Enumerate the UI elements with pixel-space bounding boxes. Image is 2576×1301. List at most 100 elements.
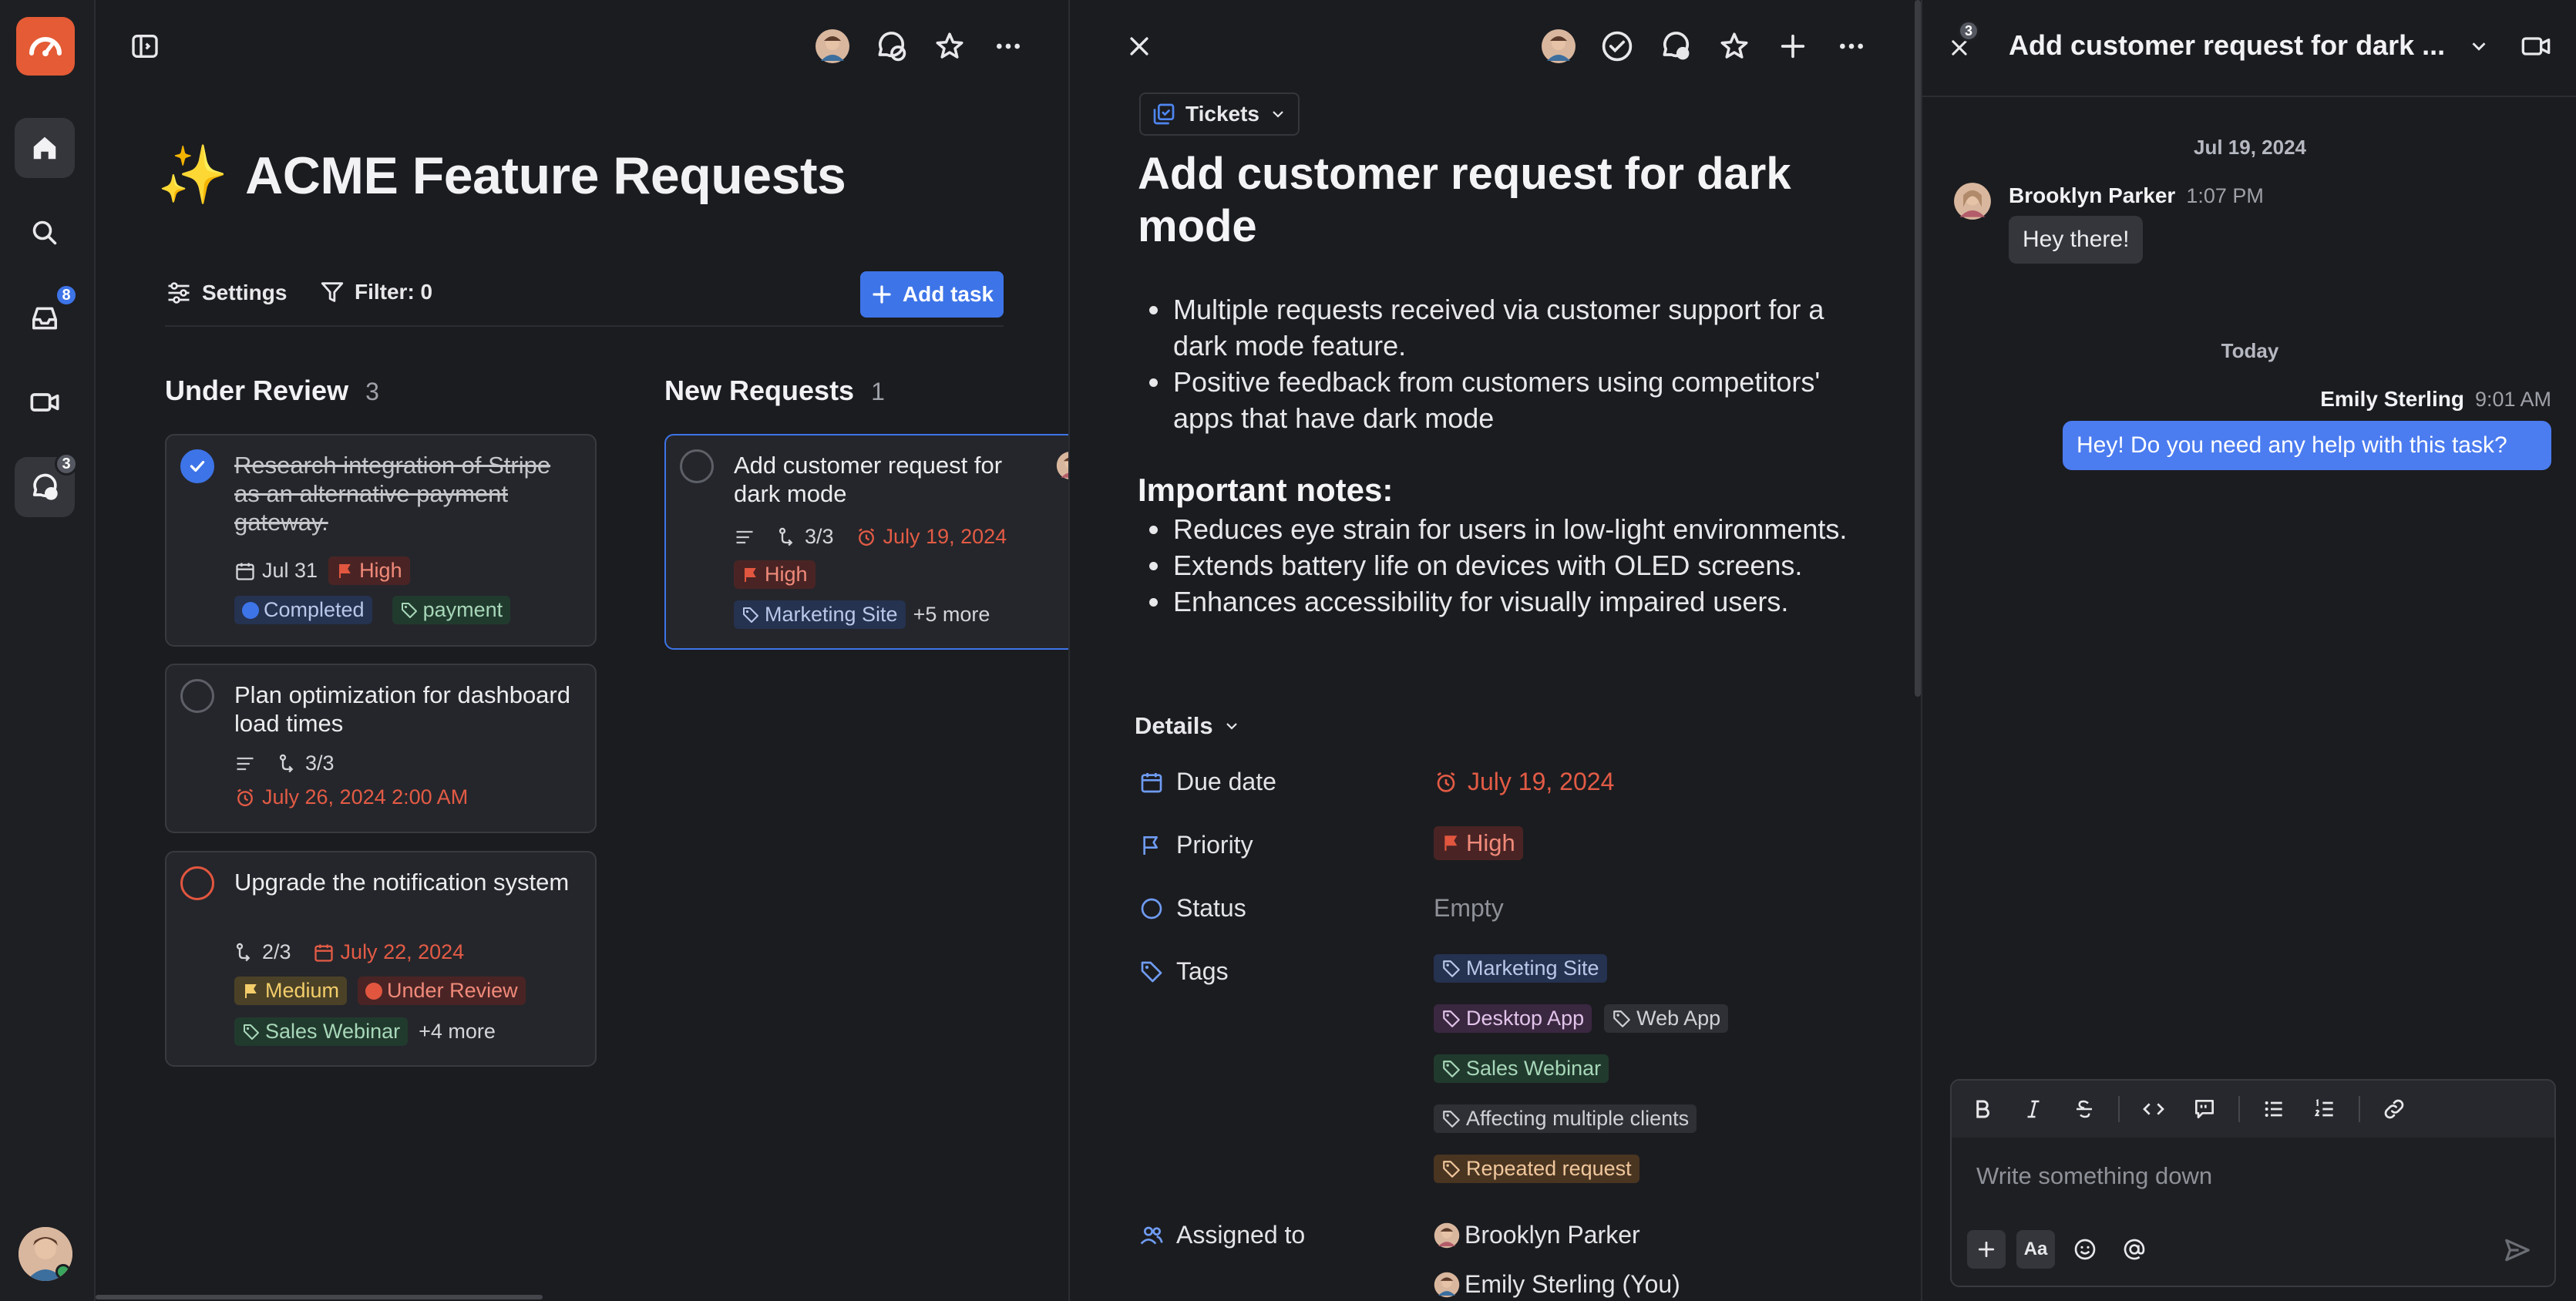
column-count: 1 [871,378,885,405]
task-card[interactable]: Upgrade the notification system 2/3 July… [165,851,597,1067]
due-date-value[interactable]: July 19, 2024 [1434,768,1614,796]
due-date: July 26, 2024 2:00 AM [234,785,468,809]
date-separator: Jul 19, 2024 [2194,136,2306,159]
search-icon [32,220,57,245]
due-date-text: July 22, 2024 [340,940,465,963]
project-breadcrumb[interactable]: Tickets [1139,92,1300,136]
task-complete-checkbox[interactable] [180,449,214,483]
task-chat-button[interactable] [1656,26,1696,66]
search-button[interactable] [15,203,75,263]
bold-button[interactable] [1966,1092,1999,1126]
filter-button[interactable]: Filter: 0 [319,279,432,305]
tickets-icon [1153,103,1175,125]
message-input[interactable]: Write something down [1976,1162,2212,1190]
close-chat-button[interactable]: 3 [1939,20,1979,68]
description-list[interactable]: Multiple requests received via customer … [1172,291,1865,436]
status-value[interactable]: Empty [1434,894,1504,923]
task-meta: 2/3 July 22, 2024 [234,940,464,964]
italic-icon [2027,1100,2040,1118]
more-tags[interactable]: +4 more [419,1020,496,1044]
tag-chip[interactable]: Web App [1604,1004,1729,1033]
tag-chip[interactable]: Marketing Site [1434,954,1607,983]
tags-label: Tags [1139,957,1229,986]
assignee-avatar-button[interactable] [1539,26,1579,66]
note-item: Reduces eye strain for users in low-ligh… [1172,511,1865,547]
more-tags[interactable]: +5 more [913,603,990,627]
board-header: ✨ ACME Feature Requests [157,142,846,209]
more-horizontal-icon [1840,43,1863,49]
assignee-avatar-icon [1434,1272,1460,1297]
favorite-task-button[interactable] [1714,26,1754,66]
flag-icon [745,567,756,582]
mention-button[interactable] [2115,1230,2154,1269]
horizontal-scrollbar[interactable] [96,1295,543,1299]
link-button[interactable] [2377,1092,2411,1126]
due-date-text: July 19, 2024 [883,525,1007,548]
close-icon [1130,37,1148,55]
priority-text: High [765,563,808,586]
numbered-list-button[interactable] [2308,1092,2342,1126]
toggle-sidebar-button[interactable] [125,26,165,66]
filter-icon [321,282,344,302]
tag-chip[interactable]: Sales Webinar [1434,1054,1609,1083]
task-card[interactable]: Research integration of Stripe as an alt… [165,434,597,647]
tag-chip[interactable]: Affecting multiple clients [1434,1104,1697,1133]
user-avatar[interactable] [18,1227,72,1281]
home-button[interactable] [15,118,75,178]
status-chip: Under Review [358,977,526,1005]
task-card[interactable]: Plan optimization for dashboard load tim… [165,664,597,833]
more-options-button[interactable] [988,26,1028,66]
text-format-button[interactable]: Aa [2016,1230,2055,1269]
code-button[interactable] [2137,1092,2171,1126]
due-date: July 19, 2024 [856,525,1007,549]
task-more-options-button[interactable] [1831,26,1871,66]
task-complete-checkbox[interactable] [180,679,214,713]
favorite-button[interactable] [930,26,970,66]
tag-chip[interactable]: Desktop App [1434,1004,1592,1033]
strikethrough-button[interactable] [2067,1092,2101,1126]
quote-button[interactable] [2188,1092,2221,1126]
chat-button[interactable] [871,26,911,66]
priority-value[interactable]: High [1434,826,1523,860]
video-call-button[interactable] [2516,26,2556,66]
task-tags: Sales Webinar +4 more [234,1017,496,1046]
emoji-button[interactable] [2066,1230,2104,1269]
subtasks-text: 2/3 [262,940,291,963]
add-button[interactable] [1773,26,1813,66]
send-button[interactable] [2497,1230,2537,1270]
add-task-button[interactable]: Add task [860,271,1004,318]
send-icon [2505,1239,2530,1262]
assignee-avatar-icon [1434,1222,1460,1248]
chats-button[interactable]: 3 [15,452,78,517]
assignee-name: Emily Sterling (You) [1465,1270,1680,1298]
bullet-list-button[interactable] [2257,1092,2291,1126]
message-bubble-outgoing[interactable]: Hey! Do you need any help with this task… [2063,421,2551,470]
attach-button[interactable] [1967,1230,2006,1269]
tag-chip[interactable]: Repeated request [1434,1155,1639,1183]
task-complete-checkbox[interactable] [180,866,214,900]
details-toggle[interactable]: Details [1135,712,1241,740]
close-detail-button[interactable] [1119,26,1159,66]
settings-button[interactable]: Settings [165,279,287,307]
chats-badge: 3 [55,452,78,476]
video-button[interactable] [15,372,75,432]
app-logo[interactable] [16,17,75,76]
assignee[interactable]: Emily Sterling (You) [1434,1270,1680,1299]
task-title[interactable]: Add customer request for dark mode [1138,148,1816,253]
task-tags: Marketing Site +5 more [734,600,990,629]
bold-icon [1976,1100,1989,1118]
mark-complete-button[interactable] [1597,26,1637,66]
flag-icon [1444,835,1458,851]
column-title: Under Review [165,375,349,406]
italic-button[interactable] [2016,1092,2050,1126]
message-bubble-incoming[interactable]: Hey there! [2009,216,2144,264]
task-complete-checkbox[interactable] [680,449,714,483]
chat-options-dropdown[interactable] [2459,26,2499,66]
notes-list[interactable]: Reduces eye strain for users in low-ligh… [1172,511,1865,620]
assignee[interactable]: Brooklyn Parker [1434,1221,1640,1249]
inbox-button[interactable]: 8 [15,284,78,348]
tag-text: Web App [1636,1007,1721,1030]
members-avatar-button[interactable] [812,26,853,66]
vertical-scrollbar[interactable] [1915,0,1921,697]
task-card-selected[interactable]: Add customer request for dark mode 3/3 J… [664,434,1085,650]
